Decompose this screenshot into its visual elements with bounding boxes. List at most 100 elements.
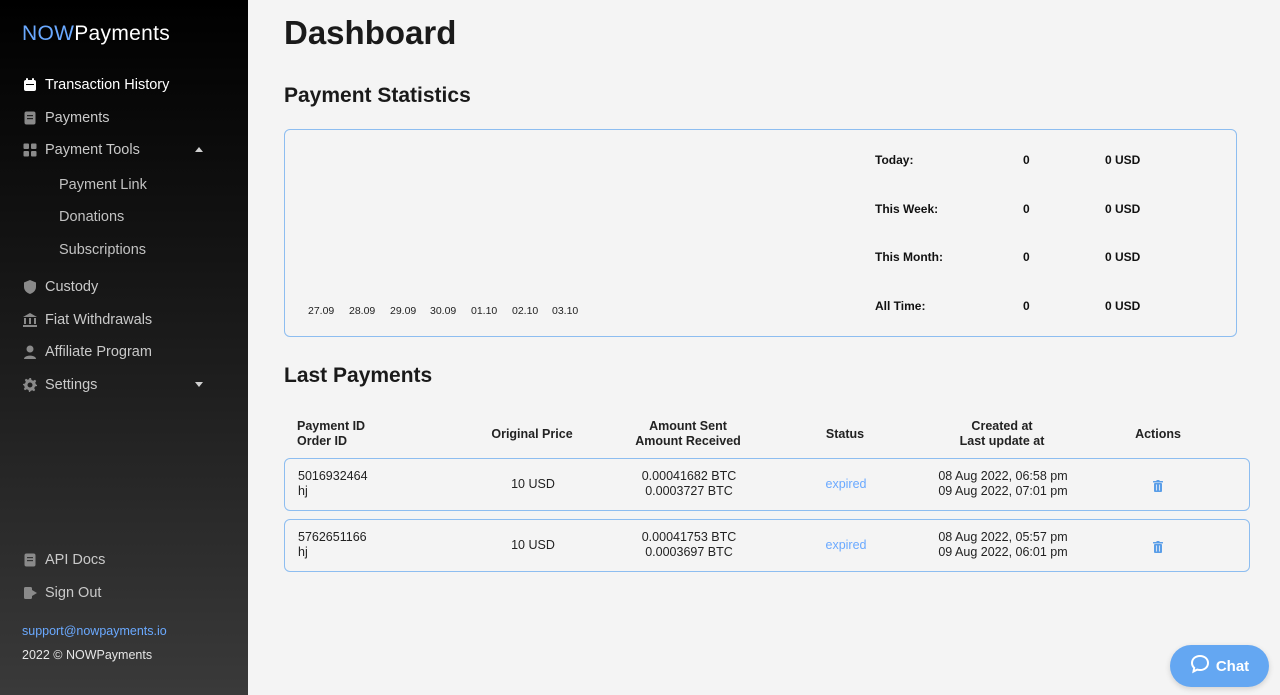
amount-received: 0.0003727 BTC bbox=[645, 484, 733, 498]
brand-logo-now: NOW bbox=[22, 22, 75, 45]
chart-x-label: 27.09 bbox=[308, 305, 335, 317]
sidebar-item-fiat-withdrawals[interactable]: Fiat Withdrawals bbox=[22, 309, 152, 331]
chart-x-label: 01.10 bbox=[471, 305, 498, 317]
support-email-link[interactable]: support@nowpayments.io bbox=[22, 624, 167, 638]
column-header-amount: Amount Sent Amount Received bbox=[618, 419, 758, 449]
header-text: Payment ID bbox=[297, 419, 366, 433]
sign-out-icon bbox=[22, 586, 37, 601]
sidebar-item-label: Affiliate Program bbox=[45, 344, 152, 360]
chart-x-label: 30.09 bbox=[430, 305, 457, 317]
chat-button[interactable]: Chat bbox=[1170, 645, 1269, 687]
table-row[interactable]: 5016932464 hj 10 USD 0.00041682 BTC 0.00… bbox=[284, 458, 1250, 511]
sidebar-item-custody[interactable]: Custody bbox=[22, 276, 98, 298]
chart-x-label: 28.09 bbox=[349, 305, 376, 317]
sidebar-item-transaction-history[interactable]: Transaction History bbox=[22, 74, 169, 96]
stat-count-month: 0 bbox=[1023, 250, 1030, 264]
amount-sent: 0.00041753 BTC bbox=[641, 530, 737, 544]
dates-cell: 08 Aug 2022, 06:58 pm 09 Aug 2022, 07:01… bbox=[923, 469, 1083, 499]
sidebar-subitem-payment-link[interactable]: Payment Link bbox=[59, 177, 147, 193]
sidebar-item-label: API Docs bbox=[45, 552, 106, 568]
stat-label-month: This Month: bbox=[875, 250, 943, 264]
sidebar-item-label: Payments bbox=[45, 110, 110, 126]
status-badge: expired bbox=[825, 538, 867, 552]
column-header-payment-id: Payment ID Order ID bbox=[297, 419, 365, 449]
amount-cell: 0.00041753 BTC 0.0003697 BTC bbox=[619, 530, 759, 560]
column-header-actions: Actions bbox=[1135, 427, 1181, 441]
sidebar-item-label: Custody bbox=[45, 279, 99, 295]
status-badge: expired bbox=[825, 477, 867, 491]
bank-icon bbox=[22, 313, 37, 328]
stat-usd-today: 0 USD bbox=[1105, 153, 1141, 167]
original-price: 10 USD bbox=[511, 477, 555, 491]
payment-id: 5016932464 bbox=[298, 469, 368, 483]
sidebar-item-label: Payment Tools bbox=[45, 142, 140, 158]
delete-icon[interactable] bbox=[1153, 479, 1163, 492]
created-at: 08 Aug 2022, 06:58 pm bbox=[938, 469, 1068, 483]
sidebar-item-api-docs[interactable]: API Docs bbox=[22, 549, 105, 571]
header-text: Last update at bbox=[959, 434, 1045, 448]
sidebar-item-label: Settings bbox=[45, 377, 98, 393]
sidebar-item-label: Transaction History bbox=[45, 77, 170, 93]
document-icon bbox=[22, 111, 37, 126]
user-icon bbox=[22, 345, 37, 360]
updated-at: 09 Aug 2022, 07:01 pm bbox=[938, 484, 1068, 498]
table-row[interactable]: 5762651166 hj 10 USD 0.00041753 BTC 0.00… bbox=[284, 519, 1250, 572]
header-text: Created at bbox=[971, 419, 1033, 433]
column-header-original-price: Original Price bbox=[491, 427, 573, 441]
stat-label-today: Today: bbox=[875, 153, 914, 167]
header-text: Amount Received bbox=[635, 434, 741, 448]
gear-icon bbox=[22, 378, 37, 393]
stat-label-week: This Week: bbox=[875, 202, 939, 216]
delete-icon[interactable] bbox=[1153, 540, 1163, 553]
calendar-icon bbox=[22, 78, 37, 93]
brand-logo-payments: Payments bbox=[74, 22, 171, 45]
payment-statistics-panel: 27.09 28.09 29.09 30.09 01.10 02.10 03.1… bbox=[284, 129, 1237, 337]
amount-cell: 0.00041682 BTC 0.0003727 BTC bbox=[619, 469, 759, 499]
payment-id-cell: 5016932464 hj bbox=[298, 469, 368, 499]
chevron-up-icon[interactable] bbox=[195, 147, 203, 152]
order-id: hj bbox=[298, 484, 308, 498]
stat-count-today: 0 bbox=[1023, 153, 1030, 167]
sidebar-item-affiliate-program[interactable]: Affiliate Program bbox=[22, 341, 152, 363]
header-text: Order ID bbox=[297, 434, 348, 448]
dates-cell: 08 Aug 2022, 05:57 pm 09 Aug 2022, 06:01… bbox=[923, 530, 1083, 560]
sidebar: NOWPayments Transaction History Payments… bbox=[0, 0, 248, 695]
payment-statistics-heading: Payment Statistics bbox=[284, 84, 471, 107]
chat-bubble-icon bbox=[1190, 654, 1216, 678]
brand-logo[interactable]: NOWPayments bbox=[22, 22, 170, 46]
stat-usd-month: 0 USD bbox=[1105, 250, 1141, 264]
amount-sent: 0.00041682 BTC bbox=[641, 469, 737, 483]
sidebar-item-settings[interactable]: Settings bbox=[22, 374, 97, 396]
stat-usd-all-time: 0 USD bbox=[1105, 299, 1141, 313]
main-content: Dashboard Payment Statistics 27.09 28.09… bbox=[248, 0, 1280, 695]
sidebar-item-label: Fiat Withdrawals bbox=[45, 312, 153, 328]
order-id: hj bbox=[298, 545, 308, 559]
stat-label-all-time: All Time: bbox=[875, 299, 926, 313]
amount-received: 0.0003697 BTC bbox=[645, 545, 733, 559]
sidebar-item-sign-out[interactable]: Sign Out bbox=[22, 582, 101, 604]
updated-at: 09 Aug 2022, 06:01 pm bbox=[938, 545, 1068, 559]
stat-count-week: 0 bbox=[1023, 202, 1030, 216]
last-payments-heading: Last Payments bbox=[284, 364, 433, 387]
payment-id: 5762651166 bbox=[298, 530, 367, 544]
column-header-dates: Created at Last update at bbox=[922, 419, 1082, 449]
grid-icon bbox=[22, 143, 37, 158]
chart-x-label: 03.10 bbox=[552, 305, 579, 317]
chevron-down-icon[interactable] bbox=[195, 382, 203, 387]
column-header-status: Status bbox=[825, 427, 865, 441]
sidebar-item-payments[interactable]: Payments bbox=[22, 107, 109, 129]
sidebar-subitem-donations[interactable]: Donations bbox=[59, 209, 124, 225]
header-text: Amount Sent bbox=[649, 419, 727, 433]
stat-count-all-time: 0 bbox=[1023, 299, 1030, 313]
shield-icon bbox=[22, 280, 37, 295]
stat-usd-week: 0 USD bbox=[1105, 202, 1141, 216]
sidebar-subitem-subscriptions[interactable]: Subscriptions bbox=[59, 242, 146, 258]
sidebar-item-payment-tools[interactable]: Payment Tools bbox=[22, 139, 140, 161]
book-icon bbox=[22, 553, 37, 568]
copyright-text: 2022 © NOWPayments bbox=[22, 648, 153, 662]
chat-label: Chat bbox=[1215, 657, 1250, 675]
chart-x-label: 29.09 bbox=[390, 305, 417, 317]
chart-x-label: 02.10 bbox=[512, 305, 539, 317]
page-title: Dashboard bbox=[284, 14, 457, 51]
created-at: 08 Aug 2022, 05:57 pm bbox=[938, 530, 1068, 544]
